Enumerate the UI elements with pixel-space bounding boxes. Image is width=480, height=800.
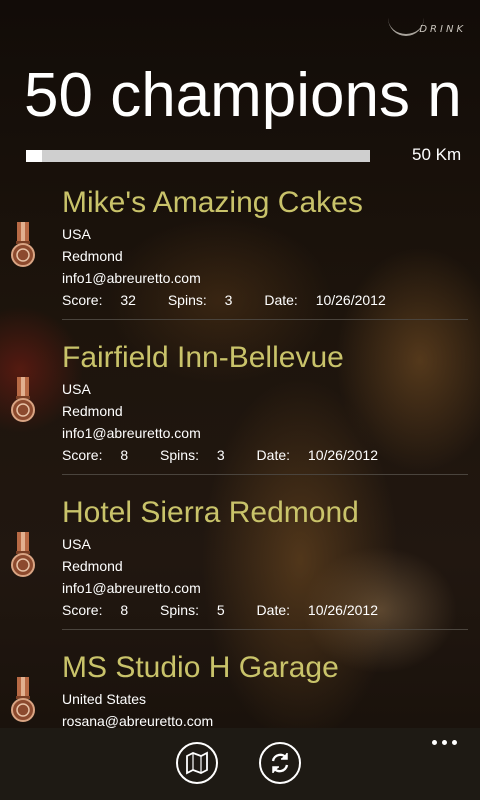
champion-country: USA [62,381,91,397]
distance-value: 50 Km [412,145,462,164]
champion-email: info1@abreuretto.com [62,270,201,286]
brand-logo: DRINK [419,24,466,35]
date-field: Date: 10/26/2012 [257,602,392,618]
spins-field: Spins: 3 [160,447,239,463]
score-field: Score: 8 [62,602,142,618]
champion-stats: Score: 32 Spins: 3 Date: 10/26/2012 [62,292,414,308]
spins-value: 3 [216,447,225,463]
date-field: Date: 10/26/2012 [264,292,399,308]
champion-country: United States [62,691,147,707]
score-label: Score: [62,602,103,618]
spins-label: Spins: [160,447,199,463]
medal-icon [11,222,35,267]
champion-email: rosana@abreuretto.com [62,713,214,728]
score-field: Score: 8 [62,447,142,463]
spins-field: Spins: 3 [168,292,247,308]
score-field: Score: 32 [62,292,150,308]
score-value: 8 [120,447,129,463]
date-value: 10/26/2012 [315,292,386,308]
refresh-button[interactable] [259,742,301,784]
list-item[interactable]: Hotel Sierra Redmond USA Redmond info1@a… [0,490,480,645]
refresh-icon [271,753,289,773]
champion-email: info1@abreuretto.com [62,580,201,596]
spins-label: Spins: [160,602,199,618]
champion-country: USA [62,536,91,552]
distance-slider-thumb[interactable] [30,150,43,162]
champion-city: Redmond [62,558,123,574]
champion-stats: Score: 8 Spins: 3 Date: 10/26/2012 [62,447,406,463]
date-label: Date: [256,447,291,463]
date-value: 10/26/2012 [307,602,378,618]
divider [62,474,468,475]
date-value: 10/26/2012 [307,447,378,463]
spins-field: Spins: 5 [160,602,239,618]
list-item[interactable]: Mike's Amazing Cakes USA Redmond info1@a… [0,180,480,335]
map-icon [186,751,208,775]
champion-name[interactable]: MS Studio H Garage [62,651,339,685]
spins-value: 5 [216,602,225,618]
spins-label: Spins: [167,292,207,308]
score-value: 32 [120,292,136,308]
app-bar [0,728,480,800]
champion-stats: Score: 8 Spins: 5 Date: 10/26/2012 [62,602,406,618]
champion-name[interactable]: Fairfield Inn-Bellevue [62,341,344,375]
more-dots-icon[interactable] [430,734,460,748]
date-label: Date: [256,602,291,618]
divider [62,319,468,320]
score-label: Score: [62,292,103,308]
champion-country: USA [62,226,91,242]
champion-city: Redmond [62,248,123,264]
medal-icon [11,377,35,422]
map-button[interactable] [176,742,218,784]
page-title: 50 champions n [24,61,462,130]
divider [62,629,468,630]
date-field: Date: 10/26/2012 [257,447,392,463]
champion-email: info1@abreuretto.com [62,425,201,441]
spins-value: 3 [224,292,233,308]
list-item[interactable]: Fairfield Inn-Bellevue USA Redmond info1… [0,335,480,490]
date-label: Date: [264,292,298,308]
champion-city: Redmond [62,403,123,419]
distance-slider[interactable] [26,150,370,162]
champion-name[interactable]: Hotel Sierra Redmond [62,496,359,530]
medal-icon [11,532,35,577]
medal-icon [11,677,35,722]
score-label: Score: [62,447,103,463]
champions-list[interactable]: Mike's Amazing Cakes USA Redmond info1@a… [0,180,480,728]
score-value: 8 [120,602,129,618]
list-item[interactable]: MS Studio H Garage United States rosana@… [0,645,480,728]
champion-name[interactable]: Mike's Amazing Cakes [62,186,363,220]
